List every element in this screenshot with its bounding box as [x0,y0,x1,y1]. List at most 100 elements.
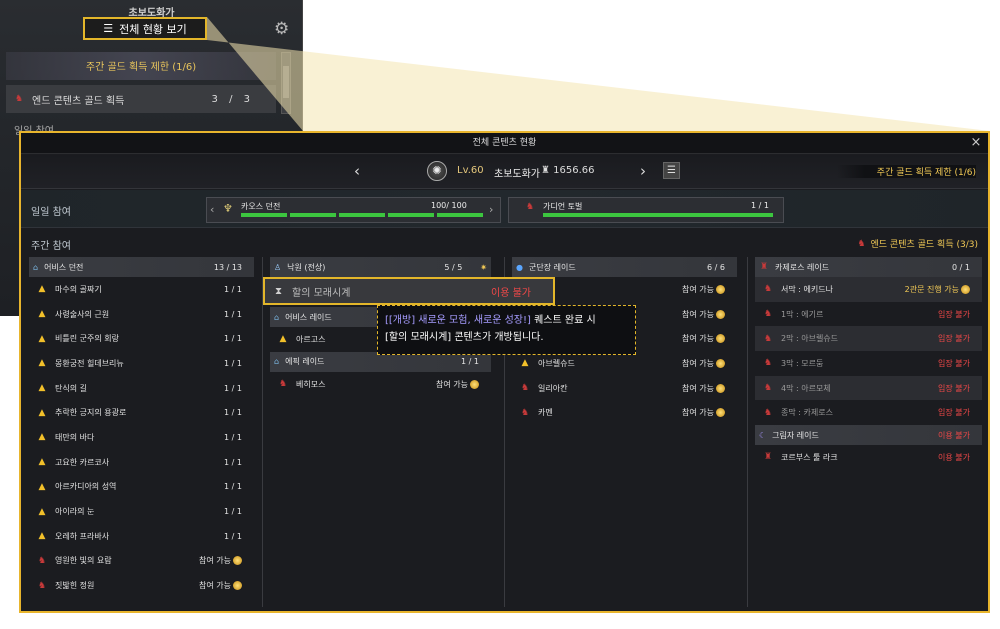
item-name: 아브렐슈드 [538,358,575,368]
list-item[interactable]: ▲ 비틀린 군주의 회랑 1 / 1 [29,326,254,351]
class-emblem-icon: ✺ [427,161,447,181]
gold-coin-icon [233,556,242,566]
list-item[interactable]: ▲ 오레하 프라바사 1 / 1 [29,524,254,549]
item-value: 1 / 1 [224,507,242,517]
kouku-value: 이용 불가 [938,452,970,462]
chaos-dungeon-value: 100/ 100 [431,201,467,210]
item-value: 1 / 1 [224,432,242,442]
category-name: 카제로스 레이드 [775,262,830,272]
paradise-name: 낙원 (전상) [287,262,326,272]
item-name: 카멘 [538,408,553,418]
chaos-dungeon-box[interactable]: ‹ ♆ 카오스 던전 100/ 100 › [206,197,501,223]
paradise-category[interactable]: ♙ 낙원 (전상) 5 / 5 ✷ [270,257,491,277]
list-item[interactable]: ♞ 일리아칸 참여 가능 [512,376,737,401]
list-item[interactable]: ▲ 아르카디아의 성역 1 / 1 [29,475,254,500]
warning-icon: ▲ [38,284,46,295]
quest-name: [[개방] 새로운 모험, 새로운 성장!] [385,315,531,326]
category-value: 13 / 13 [213,262,242,272]
legion-raid-category[interactable]: ● 군단장 레이드 6 / 6 [512,257,737,277]
tooltip-text: 퀘스트 완료 시 [530,315,596,326]
chevron-right-icon[interactable]: › [489,203,493,216]
item-value: 입장 불가 [938,309,970,319]
close-icon[interactable]: × [968,135,984,151]
character-list-button[interactable]: ☰ [663,162,680,179]
gold-coin-icon [716,358,725,368]
daily-section: 일일 참여 ‹ ♆ 카오스 던전 100/ 100 › ♞ 가디언 토벌 1 /… [21,190,988,228]
tooltip-line-1: [[개방] 새로운 모험, 새로운 성장!] 퀘스트 완료 시 [385,312,628,329]
next-character-button[interactable]: › [640,162,646,180]
kazeros-raid-category[interactable]: ♜ 카제로스 레이드 0 / 1 [755,257,982,277]
chevron-left-icon[interactable]: ‹ [210,203,214,216]
item-value: 참여 가능 [682,383,725,394]
sun-icon: ✷ [480,262,487,272]
list-item[interactable]: ♞ 1막 : 에기르 입장 불가 [755,302,982,327]
shadow-raid-category[interactable]: ☾ 그림자 레이드 이용 불가 [755,425,982,446]
behemoth-name: 베히모스 [296,379,326,389]
abyss-dungeon-column: ⌂ 어비스 던전 13 / 13 ▲ 마수의 골짜기 1 / 1 ▲ 사령술사의 근원 1… [29,257,254,598]
gold-coin-icon [716,383,725,393]
item-value: 입장 불가 [938,383,970,393]
overview-button[interactable]: ☰ 전체 현황 보기 [83,17,207,40]
paradise-icon: ♙ [274,262,282,272]
prev-character-button[interactable]: ‹ [354,162,360,180]
kouku-item[interactable]: ♜ 코르부스 툴 라크 이용 불가 [755,445,982,470]
list-item[interactable]: ▲ 사령술사의 근원 1 / 1 [29,302,254,327]
guardian-raid-name: 가디언 토벌 [543,202,583,211]
item-name: 영원한 빛의 요람 [55,556,112,566]
guardian-raid-value: 1 / 1 [751,201,769,210]
item-value: 참여 가능 [682,284,725,295]
category-value: 6 / 6 [707,262,725,272]
item-name: 고요한 카르코사 [55,457,110,467]
warning-icon: ▲ [38,432,46,443]
item-name: 짓밟힌 정원 [55,581,95,591]
gold-coin-icon [233,581,242,591]
unlock-tooltip: [[개방] 새로운 모험, 새로운 성장!] 퀘스트 완료 시 [할의 모래시계… [377,305,636,355]
item-name: 아르카디아의 성역 [55,482,117,492]
warning-icon: ▲ [38,383,46,394]
list-item[interactable]: ▲ 몽환궁전 힐데브리뉴 1 / 1 [29,351,254,376]
item-name: 3막 : 모르둠 [781,358,824,368]
list-item[interactable]: ♞ 4막 : 아르모체 입장 불가 [755,375,982,401]
warning-icon: ▲ [38,531,46,542]
hourglass-item[interactable]: ⧗ 할의 모래시계 이용 불가 [263,277,555,305]
list-item[interactable]: ▲ 태만의 바다 1 / 1 [29,425,254,450]
item-name: 사령술사의 근원 [55,309,110,319]
item-value: 1 / 1 [224,334,242,344]
list-item[interactable]: ♞ 서막 : 에키드나 2관문 진행 가능 [755,277,982,302]
list-item[interactable]: ▲ 추락한 긍지의 용광로 1 / 1 [29,400,254,425]
list-item[interactable]: ♞ 종막 : 카제로스 입장 불가 [755,400,982,425]
behemoth-item[interactable]: ♞ 베히모스 참여 가능 [270,372,491,397]
gold-coin-icon [470,379,479,389]
hourglass-value: 이용 불가 [491,287,531,299]
list-item[interactable]: ♞ 영원한 빛의 요람 참여 가능 [29,549,254,574]
list-item[interactable]: ▲ 탄식의 길 1 / 1 [29,376,254,401]
list-item[interactable]: ♞ 짓밟힌 정원 참여 가능 [29,573,254,598]
abyss-dungeon-category[interactable]: ⌂ 어비스 던전 13 / 13 [29,257,254,277]
guardian-raid-box[interactable]: ♞ 가디언 토벌 1 / 1 [508,197,784,223]
behemoth-value: 참여 가능 [436,379,479,390]
item-value: 참여 가능 [682,407,725,418]
item-name: 종막 : 카제로스 [781,408,833,418]
mini-endgold-count: 3 / 3 [211,93,254,105]
gear-icon[interactable]: ⚙ [274,20,292,38]
character-name: 초보도화가 [494,169,540,180]
list-item[interactable]: ▲ 고요한 카르코사 1 / 1 [29,450,254,475]
divider [747,257,748,607]
mini-scroll-thumb[interactable] [283,66,289,98]
list-item[interactable]: ▲ 아이라의 눈 1 / 1 [29,499,254,524]
list-item[interactable]: ▲ 마수의 골짜기 1 / 1 [29,277,254,302]
demon-icon: ♞ [14,94,24,104]
list-item[interactable]: ♞ 3막 : 모르둠 입장 불가 [755,351,982,376]
list-item[interactable]: ♞ 2막 : 아브렐슈드 입장 불가 [755,326,982,352]
hourglass-name: 할의 모래시계 [292,287,351,299]
modal-title: 전체 콘텐츠 현황 [21,133,988,154]
list-item[interactable]: ♞ 카멘 참여 가능 [512,400,737,425]
gold-coin-icon [716,334,725,344]
chaos-dungeon-icon: ♆ [223,202,233,215]
guardian-progress-bars [543,213,773,217]
hourglass-icon: ⧗ [275,285,283,297]
warning-icon: ▲ [38,457,46,468]
item-value: 1 / 1 [224,531,242,541]
gold-coin-icon [716,408,725,418]
demon-icon: ♞ [857,238,866,249]
